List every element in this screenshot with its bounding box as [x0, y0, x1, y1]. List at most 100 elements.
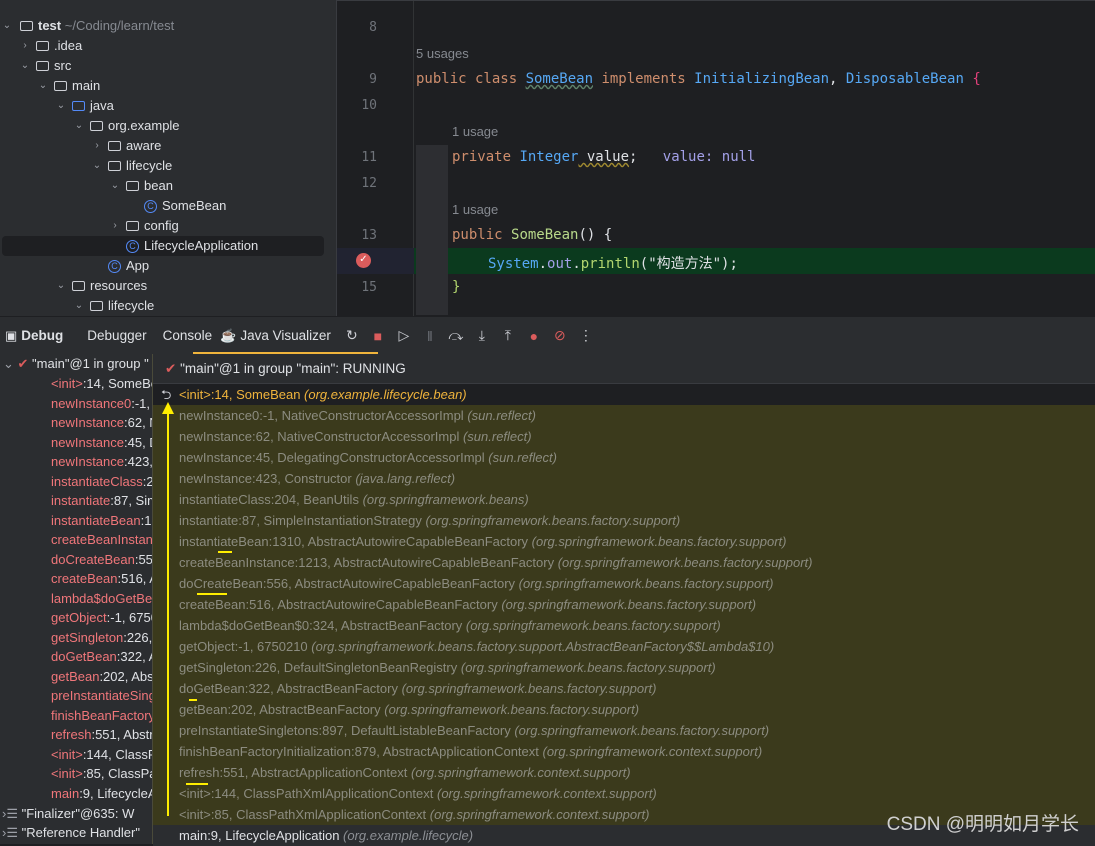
rerun-icon[interactable]: ↻: [339, 327, 365, 344]
pause-icon[interactable]: ‖: [417, 328, 443, 344]
stack-frame[interactable]: newInstance:45, DelegatingConstructorAcc…: [153, 447, 1095, 468]
chevron-down-icon[interactable]: ⌄: [36, 76, 50, 96]
chevron-right-icon[interactable]: ›: [108, 216, 122, 236]
stack-frame[interactable]: getObject:-1, 6750210 (org.springframewo…: [153, 636, 1095, 657]
tree-item[interactable]: C App: [0, 256, 149, 276]
code-editor[interactable]: ✓ 8 9 10 11 12 13 15 5 usages public cla…: [336, 0, 1095, 316]
chevron-right-icon[interactable]: ›: [18, 36, 32, 56]
frame-item[interactable]: <init>:144, ClassPathXmlApplicationConte…: [51, 745, 152, 765]
frame-item[interactable]: doCreateBean:556, AbstractAutowireCapabl…: [51, 550, 152, 570]
frames-panel: ⌄ ✔ "main"@1 in group " <init>:14, SomeB…: [0, 354, 152, 844]
tree-item[interactable]: ⌄ org.example: [0, 116, 180, 136]
stack-frame[interactable]: doGetBean:322, AbstractBeanFactory (org.…: [153, 678, 1095, 699]
frame-item[interactable]: getSingleton:226, DefaultSingletonBeanRe…: [51, 628, 152, 648]
step-over-icon[interactable]: ⤼: [443, 327, 469, 344]
stack-frame[interactable]: getSingleton:226, DefaultSingletonBeanRe…: [153, 657, 1095, 678]
tree-item[interactable]: ⌄ bean: [0, 176, 173, 196]
mute-breakpoints-icon[interactable]: ⊘: [547, 327, 573, 344]
tree-item[interactable]: C SomeBean: [0, 196, 226, 216]
frame-item[interactable]: createBean:516, AbstractAutowireCapableB…: [51, 569, 152, 589]
tree-item[interactable]: ⌄ main: [0, 76, 100, 96]
view-breakpoints-icon[interactable]: ●: [521, 328, 547, 344]
frame-item[interactable]: getBean:202, AbstractBeanFactory: [51, 667, 152, 687]
frame-item[interactable]: <init>:85, ClassPathXmlApplicationContex…: [51, 764, 152, 784]
tree-root[interactable]: ⌄ test ~/Coding/learn/test: [0, 16, 174, 36]
stack-frame[interactable]: <init>:144, ClassPathXmlApplicationConte…: [153, 783, 1095, 804]
frame-item[interactable]: instantiateClass:204, BeanUtils: [51, 472, 152, 492]
tab-console[interactable]: Console: [155, 328, 221, 343]
chevron-down-icon[interactable]: ⌄: [72, 116, 86, 136]
frame-item[interactable]: newInstance:45, DelegatingConstructorAcc…: [51, 433, 152, 453]
tree-item-label: App: [126, 258, 150, 273]
stack-frame[interactable]: instantiate:87, SimpleInstantiationStrat…: [153, 510, 1095, 531]
debug-window-icon: ▣: [5, 327, 18, 343]
chevron-down-icon[interactable]: ⌄: [18, 56, 32, 76]
frame-item[interactable]: doGetBean:322, AbstractBeanFactory: [51, 647, 152, 667]
folder-icon: [54, 81, 67, 91]
tree-item[interactable]: ⌄ java: [0, 96, 114, 116]
stop-icon[interactable]: ■: [365, 328, 391, 344]
frame-item[interactable]: preInstantiateSingletons:897, DefaultLis…: [51, 686, 152, 706]
folder-icon: [36, 41, 49, 51]
stack-frame[interactable]: instantiateBean:1310, AbstractAutowireCa…: [153, 531, 1095, 552]
tree-item-label: resources: [90, 278, 148, 293]
tree-item[interactable]: C LifecycleApplication: [2, 236, 324, 256]
tab-java-visualizer[interactable]: Java Visualizer: [236, 328, 339, 343]
chevron-down-icon[interactable]: ⌄: [108, 176, 122, 196]
resume-icon[interactable]: ▷: [391, 327, 417, 344]
stack-frame[interactable]: preInstantiateSingletons:897, DefaultLis…: [153, 720, 1095, 741]
frame-item[interactable]: newInstance:423, Constructor: [51, 452, 152, 472]
chevron-down-icon[interactable]: ⌄: [0, 16, 14, 36]
stack-frame[interactable]: lambda$doGetBean$0:324, AbstractBeanFact…: [153, 615, 1095, 636]
step-into-icon[interactable]: ⤓: [469, 327, 495, 344]
stack-frame[interactable]: newInstance0:-1, NativeConstructorAccess…: [153, 405, 1095, 426]
thread-item-finalizer[interactable]: ›☰ "Finalizer"@635: W: [2, 804, 134, 824]
more-icon[interactable]: ⋮: [573, 327, 599, 344]
chevron-down-icon[interactable]: ⌄: [90, 156, 104, 176]
tree-item[interactable]: ⌄ lifecycle: [0, 296, 154, 316]
tree-item-label: src: [54, 58, 72, 73]
thread-item-main[interactable]: ⌄ ✔ "main"@1 in group ": [3, 354, 149, 374]
stack-frame[interactable]: createBeanInstance:1213, AbstractAutowir…: [153, 552, 1095, 573]
frame-item[interactable]: newInstance:62, NativeConstructorAccesso…: [51, 413, 152, 433]
tree-item[interactable]: ⌄ src: [0, 56, 72, 76]
stack-frame[interactable]: newInstance:423, Constructor (java.lang.…: [153, 468, 1095, 489]
tab-debugger[interactable]: Debugger: [79, 328, 154, 343]
frame-item[interactable]: <init>:14, SomeBean: [51, 374, 152, 394]
chevron-right-icon[interactable]: ›: [90, 136, 104, 156]
tree-item[interactable]: ⌄ resources: [0, 276, 147, 296]
tree-item[interactable]: ⌄ lifecycle: [0, 156, 172, 176]
stack-frame[interactable]: doCreateBean:556, AbstractAutowireCapabl…: [153, 573, 1095, 594]
line-number: 12: [361, 176, 377, 191]
frame-item[interactable]: instantiate:87, SimpleInstantiationStrat…: [51, 491, 152, 511]
frame-item[interactable]: getObject:-1, 6750210: [51, 608, 152, 628]
step-out-icon[interactable]: ⤒: [495, 327, 521, 344]
frame-item[interactable]: finishBeanFactoryInitialization:879, Abs…: [51, 706, 152, 726]
usages-hint[interactable]: 1 usage: [452, 124, 498, 139]
usages-hint[interactable]: 1 usage: [452, 202, 498, 217]
tree-item[interactable]: › aware: [0, 136, 161, 156]
stack-frame[interactable]: instantiateClass:204, BeanUtils (org.spr…: [153, 489, 1095, 510]
frame-item[interactable]: lambda$doGetBean$0:324, AbstractBeanFact…: [51, 589, 152, 609]
usages-hint[interactable]: 5 usages: [416, 46, 469, 61]
stack-frame[interactable]: createBean:516, AbstractAutowireCapableB…: [153, 594, 1095, 615]
tree-item-label: java: [90, 98, 114, 113]
frame-item[interactable]: instantiateBean:1310, AbstractAutowireCa…: [51, 511, 152, 531]
chevron-down-icon[interactable]: ⌄: [72, 296, 86, 316]
frame-item[interactable]: createBeanInstance:1213, AbstractAutowir…: [51, 530, 152, 550]
chevron-down-icon[interactable]: ⌄: [54, 276, 68, 296]
chevron-down-icon[interactable]: ⌄: [54, 96, 68, 116]
tree-item[interactable]: › config: [0, 216, 178, 236]
stack-frame[interactable]: refresh:551, AbstractApplicationContext …: [153, 762, 1095, 783]
tree-item[interactable]: › .idea: [0, 36, 82, 56]
stack-frame[interactable]: <init>:14, SomeBean (org.example.lifecyc…: [153, 384, 1095, 405]
stack-frame[interactable]: finishBeanFactoryInitialization:879, Abs…: [153, 741, 1095, 762]
package-icon: [126, 221, 139, 231]
frame-item[interactable]: newInstance0:-1, NativeConstructorAccess…: [51, 394, 152, 414]
stack-frame[interactable]: getBean:202, AbstractBeanFactory (org.sp…: [153, 699, 1095, 720]
frame-item[interactable]: refresh:551, AbstractApplicationContext: [51, 725, 152, 745]
stack-frame[interactable]: newInstance:62, NativeConstructorAccesso…: [153, 426, 1095, 447]
breakpoint-icon[interactable]: ✓: [356, 253, 371, 268]
frame-item[interactable]: main:9, LifecycleApplication: [51, 784, 152, 804]
thread-item-reference-handler[interactable]: ›☰ "Reference Handler": [2, 823, 140, 843]
